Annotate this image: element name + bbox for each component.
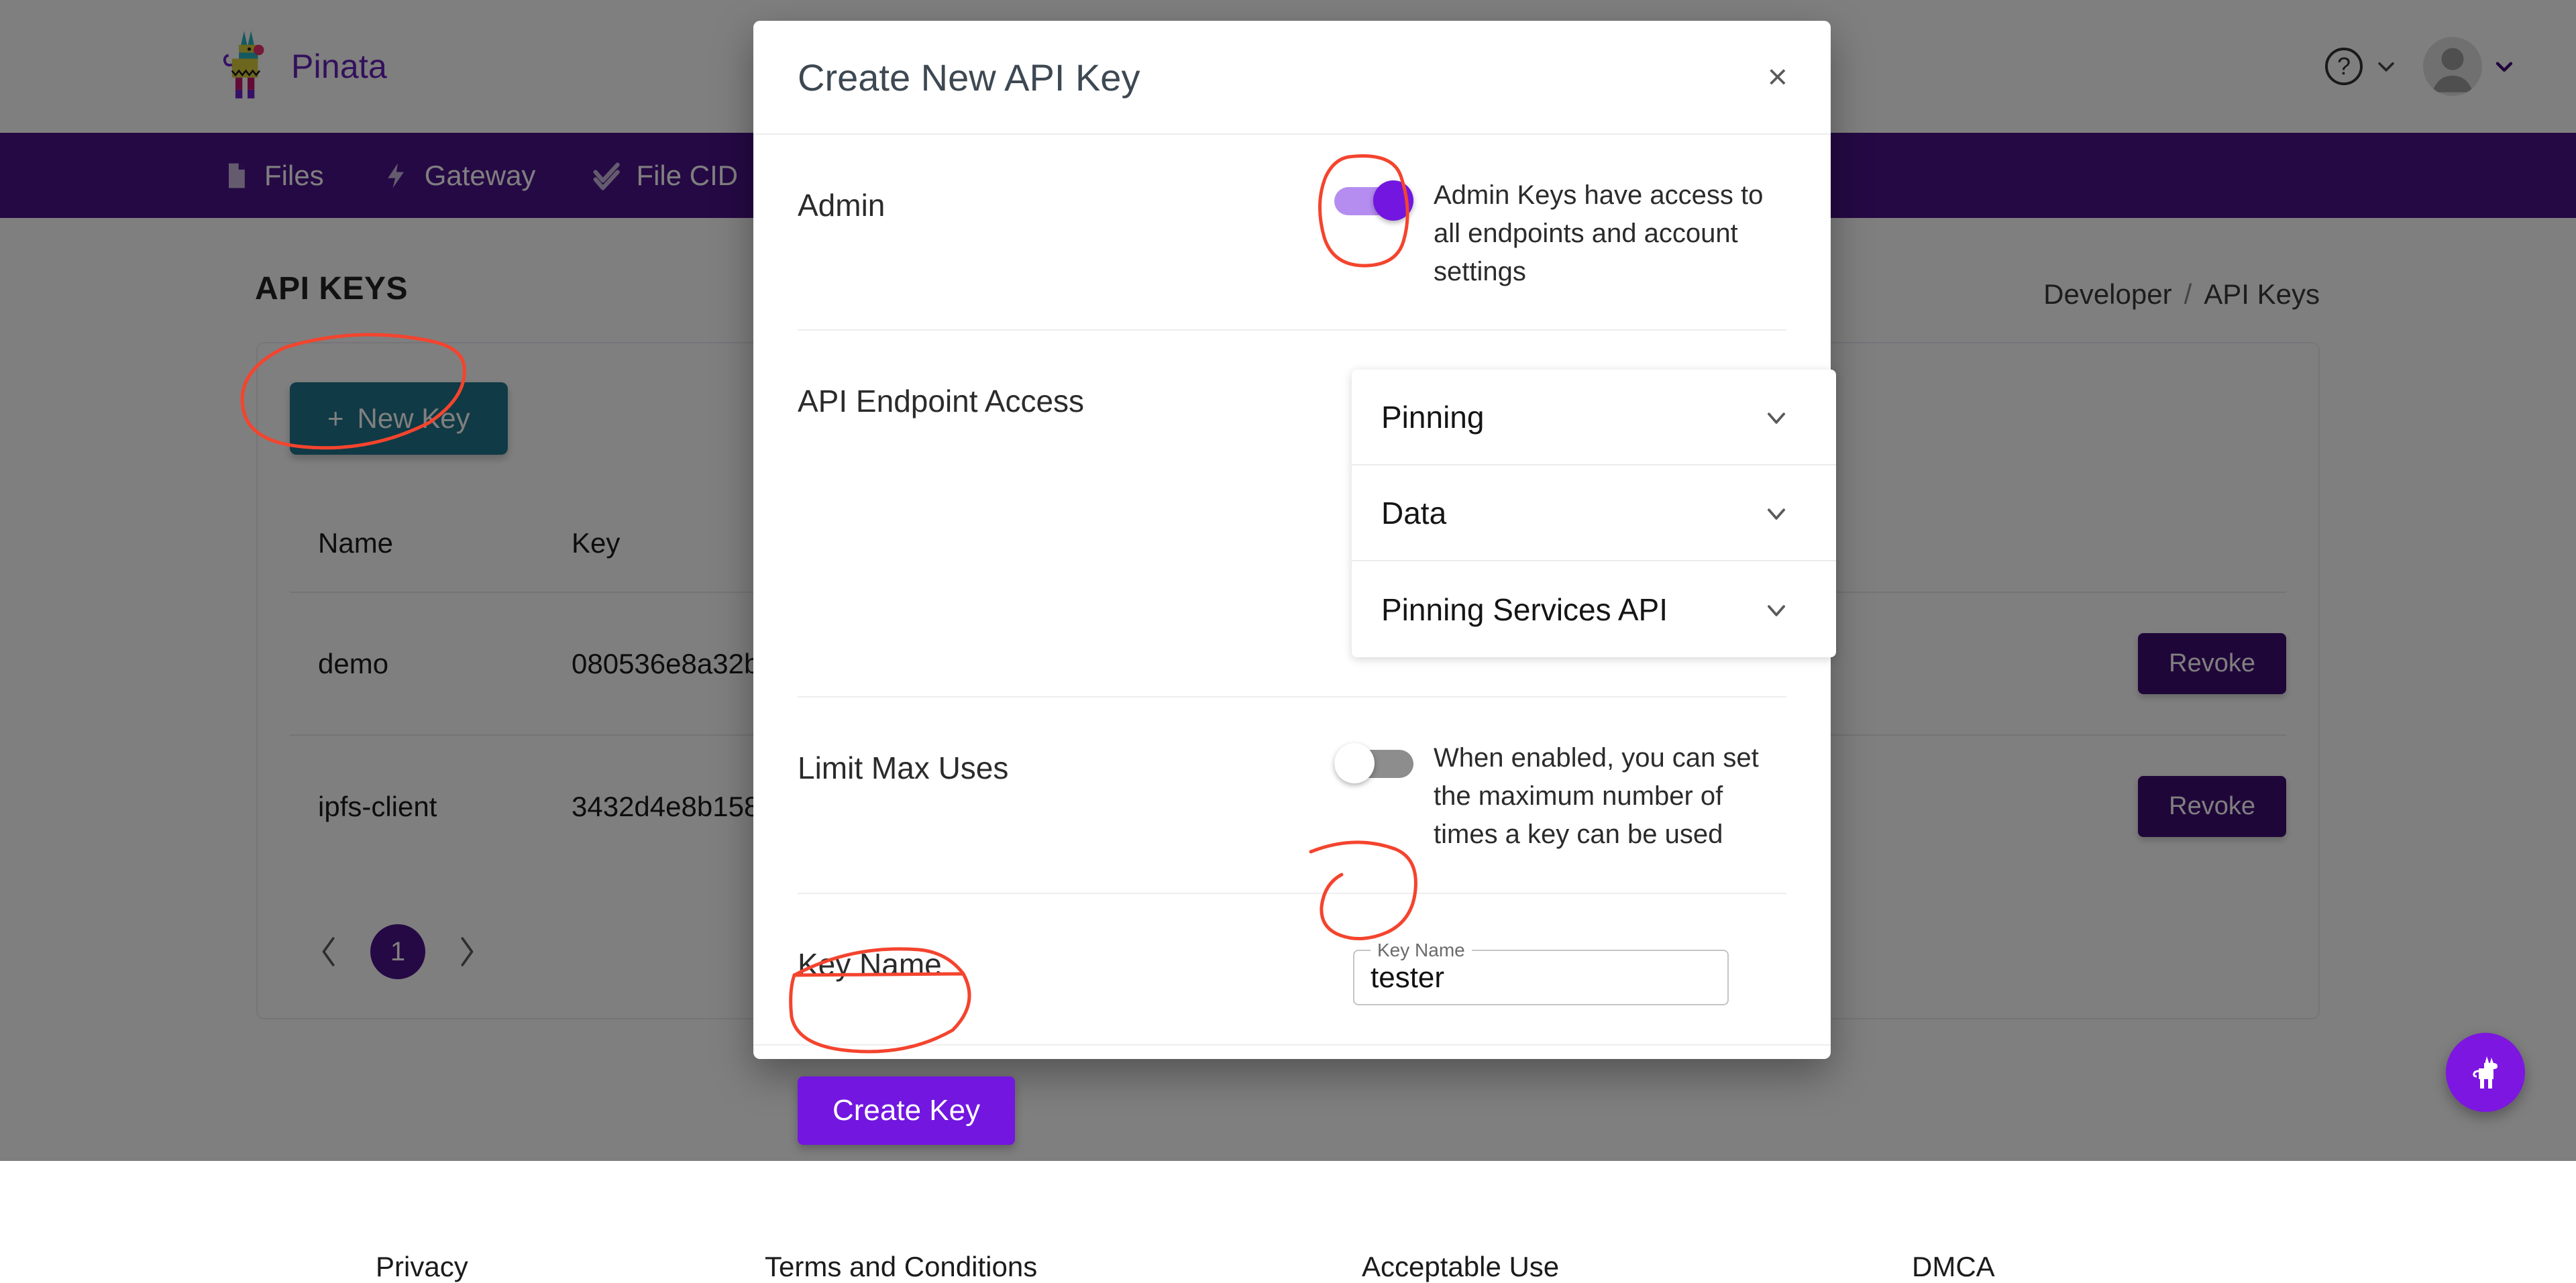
toggle-knob [1334,743,1375,783]
create-key-button[interactable]: Create Key [798,1076,1015,1145]
row-key-name: Key Name Key Name [798,894,1786,1044]
dialog-header: Create New API Key × [753,21,1831,135]
admin-toggle[interactable] [1334,180,1413,221]
chevron-down-icon[interactable] [1764,597,1789,622]
endpoint-access-accordion: Pinning Data Pinning Services API [1352,370,1836,657]
dialog-title: Create New API Key [798,56,1140,99]
admin-label: Admin [798,174,1334,223]
row-endpoint-access: API Endpoint Access Pinning Data [798,331,1786,698]
accordion-item-pinning-services-api[interactable]: Pinning Services API [1352,561,1836,657]
dialog-footer: Create Key [753,1044,1831,1185]
support-fab-button[interactable] [2446,1033,2525,1112]
toggle-knob [1373,180,1413,221]
chevron-down-icon[interactable] [1764,500,1789,526]
accordion-label: Pinning [1381,399,1484,435]
key-name-label: Key Name [798,933,1334,983]
key-name-legend: Key Name [1371,940,1472,961]
row-admin: Admin Admin Keys have access to all endp… [798,135,1786,331]
limit-max-uses-label: Limit Max Uses [798,736,1334,786]
footer-link-dmca[interactable]: DMCA [1912,1251,1995,1282]
endpoint-access-label: API Endpoint Access [798,370,1334,419]
limit-max-uses-toggle[interactable] [1334,743,1413,783]
accordion-item-data[interactable]: Data [1352,465,1836,561]
footer-link-acceptable-use[interactable]: Acceptable Use [1362,1251,1559,1282]
footer: Privacy Terms and Conditions Acceptable … [0,1251,2576,1283]
close-x-icon[interactable]: × [1768,60,1788,95]
accordion-label: Data [1381,495,1446,531]
row-limit-max-uses: Limit Max Uses When enabled, you can set… [798,698,1786,893]
dialog-body: Admin Admin Keys have access to all endp… [753,135,1831,1044]
limit-max-uses-helper-text: When enabled, you can set the maximum nu… [1434,736,1786,853]
footer-link-terms[interactable]: Terms and Conditions [765,1251,1037,1282]
pinata-llama-icon [2464,1051,2507,1094]
key-name-field: Key Name [1353,940,1729,1005]
chevron-down-icon[interactable] [1764,404,1789,430]
key-name-input[interactable] [1366,961,1715,1004]
accordion-item-pinning[interactable]: Pinning [1352,370,1836,465]
accordion-label: Pinning Services API [1381,592,1668,628]
create-api-key-dialog: Create New API Key × Admin Admin Keys ha… [753,21,1831,1059]
footer-link-privacy[interactable]: Privacy [376,1251,468,1282]
key-name-fieldset: Key Name [1353,940,1729,1005]
admin-helper-text: Admin Keys have access to all endpoints … [1434,174,1786,290]
